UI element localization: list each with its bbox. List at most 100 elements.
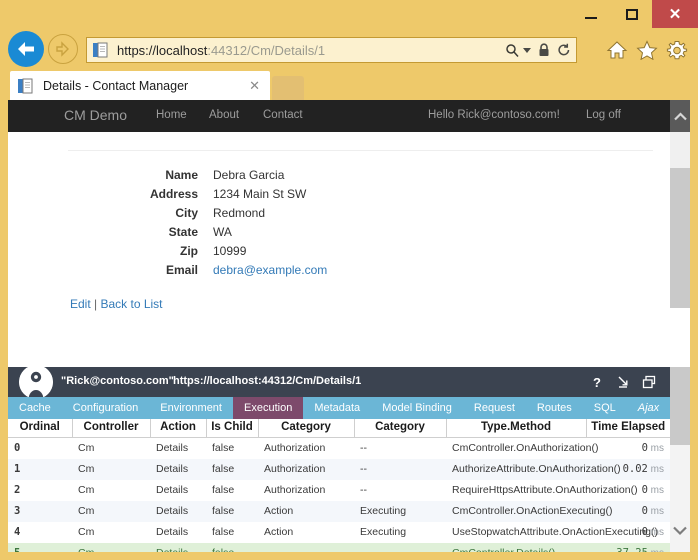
glimpse-tab-environment[interactable]: Environment [149, 397, 233, 419]
col-ordinal[interactable]: Ordinal [8, 419, 73, 438]
address-bar-tools [498, 43, 576, 57]
title-bar: ✕ [0, 0, 698, 28]
glimpse-tab-ajax[interactable]: Ajax [627, 397, 670, 419]
page-viewport: CM Demo Home About Contact Hello Rick@co… [8, 100, 690, 552]
col-category-2[interactable]: Category [354, 419, 447, 438]
glimpse-execution-table: Ordinal Controller Action Is Child Categ… [8, 419, 670, 552]
chevron-up-icon [673, 111, 687, 120]
glimpse-panel: "Rick@contoso.com" https://localhost:443… [8, 365, 690, 552]
glimpse-tab-configuration[interactable]: Configuration [62, 397, 149, 419]
cell-time-elapsed: 37.25 ms [586, 543, 670, 552]
cell-is-child: false [212, 463, 235, 475]
col-action[interactable]: Action [150, 419, 207, 438]
page-favicon-icon [93, 42, 109, 58]
chevron-down-icon [673, 526, 687, 536]
cell-controller: Cm [78, 463, 95, 475]
glimpse-tab-metadata[interactable]: Metadata [303, 397, 371, 419]
table-row[interactable]: 1 Cm Details false Authorization -- AuthorizeA… [8, 459, 670, 480]
browser-tab[interactable]: Details - Contact Manager ✕ [10, 71, 270, 100]
home-icon[interactable] [602, 36, 632, 64]
cell-action: Details [156, 526, 189, 538]
scrollbar-thumb[interactable] [670, 367, 690, 445]
nav-log-off[interactable]: Log off [586, 109, 621, 121]
time-unit: ms [647, 485, 664, 496]
time-unit: ms [647, 506, 664, 517]
col-is-child[interactable]: Is Child [206, 419, 259, 438]
table-row[interactable]: 4 Cm Details false Action Executing UseStopwat… [8, 522, 670, 543]
help-icon[interactable]: ? [584, 367, 610, 397]
back-button[interactable] [8, 31, 44, 67]
back-to-list-link[interactable]: Back to List [100, 297, 162, 311]
glimpse-logo-icon [19, 365, 53, 399]
glimpse-tab-execution[interactable]: Execution [233, 397, 304, 419]
refresh-icon[interactable] [557, 43, 571, 57]
close-button[interactable]: ✕ [652, 0, 698, 28]
detail-label: Email [165, 263, 198, 277]
open-in-window-icon[interactable] [636, 367, 662, 397]
maximize-button[interactable] [611, 0, 652, 28]
cell-controller: Cm [72, 543, 150, 552]
table-row[interactable]: 0 Cm Details false Authorization -- CmControll… [8, 438, 670, 460]
detail-label: Name [165, 168, 198, 182]
scroll-down-button[interactable] [670, 518, 690, 544]
tools-gear-icon[interactable] [662, 36, 692, 64]
glimpse-tab-sql[interactable]: SQL [583, 397, 627, 419]
minimize-icon[interactable] [610, 367, 636, 397]
chevron-down-icon[interactable] [523, 47, 531, 53]
table-row[interactable]: 2 Cm Details false Authorization -- RequireHtt… [8, 480, 670, 501]
forward-button[interactable] [48, 34, 78, 64]
cell-type-method: UseStopwatchAttribute.OnActionExecuting(… [452, 526, 659, 538]
site-brand[interactable]: CM Demo [64, 107, 127, 123]
contact-details-panel: Name Debra Garcia Address 1234 Main St S… [8, 132, 670, 367]
cell-is-child: false [206, 543, 258, 552]
nav-link-home[interactable]: Home [156, 109, 187, 121]
table-row[interactable]: 3 Cm Details false Action Executing CmControll… [8, 501, 670, 522]
glimpse-tab-routes[interactable]: Routes [526, 397, 583, 419]
scrollbar-track-upper[interactable] [670, 132, 690, 168]
action-separator: | [90, 297, 101, 311]
col-controller[interactable]: Controller [72, 419, 151, 438]
cell-time-elapsed: 0 ms [586, 438, 670, 460]
table-body: 0 Cm Details false Authorization -- CmControll… [8, 438, 670, 552]
navigation-toolbar: https://localhost:44312/Cm/Details/1 [0, 28, 698, 70]
col-type-method[interactable]: Type.Method [446, 419, 587, 438]
detail-value-email: debra@example.com [213, 263, 327, 277]
glimpse-scrollbar[interactable] [670, 367, 690, 552]
edit-link[interactable]: Edit [70, 297, 91, 311]
table-header-row: Ordinal Controller Action Is Child Categ… [8, 419, 670, 438]
cell-type-method: CmController.Details() [446, 543, 586, 552]
search-icon[interactable] [505, 43, 519, 57]
tab-close-icon[interactable]: ✕ [249, 79, 260, 92]
time-unit: ms [647, 527, 664, 538]
favorites-star-icon[interactable] [632, 36, 662, 64]
col-time-elapsed[interactable]: Time Elapsed [586, 419, 670, 438]
nav-link-about[interactable]: About [209, 109, 239, 121]
detail-label: City [175, 206, 198, 220]
nav-link-contact[interactable]: Contact [263, 109, 303, 121]
detail-row-address: Address 1234 Main St SW [8, 187, 648, 206]
cell-action: Details [150, 543, 206, 552]
nav-greeting[interactable]: Hello Rick@contoso.com! [428, 109, 560, 121]
divider [68, 150, 653, 151]
lock-icon[interactable] [538, 43, 550, 57]
maximize-icon [625, 8, 638, 20]
glimpse-tab-model-binding[interactable]: Model Binding [371, 397, 463, 419]
cell-type-method: CmController.OnActionExecuting() [452, 505, 613, 517]
minimize-button[interactable] [570, 0, 611, 28]
detail-actions: Edit | Back to List [70, 297, 163, 311]
scrollbar-thumb[interactable] [670, 168, 690, 308]
table-row[interactable]: 5CmDetailsfalse----CmController.Details(… [8, 543, 670, 552]
glimpse-tab-cache[interactable]: Cache [8, 397, 62, 419]
cell-category-1: -- [258, 543, 354, 552]
email-link[interactable]: debra@example.com [213, 263, 327, 277]
address-bar[interactable]: https://localhost:44312/Cm/Details/1 [86, 37, 577, 63]
col-category-1[interactable]: Category [258, 419, 355, 438]
glimpse-tab-request[interactable]: Request [463, 397, 526, 419]
scroll-up-button[interactable] [670, 100, 690, 132]
new-tab-button[interactable] [272, 76, 304, 100]
cell-action: Details [156, 484, 189, 496]
cell-controller: Cm [78, 526, 95, 538]
detail-row-email: Email debra@example.com [8, 263, 648, 282]
cell-category-2: -- [360, 463, 367, 475]
address-host: https://localhost [117, 42, 208, 58]
